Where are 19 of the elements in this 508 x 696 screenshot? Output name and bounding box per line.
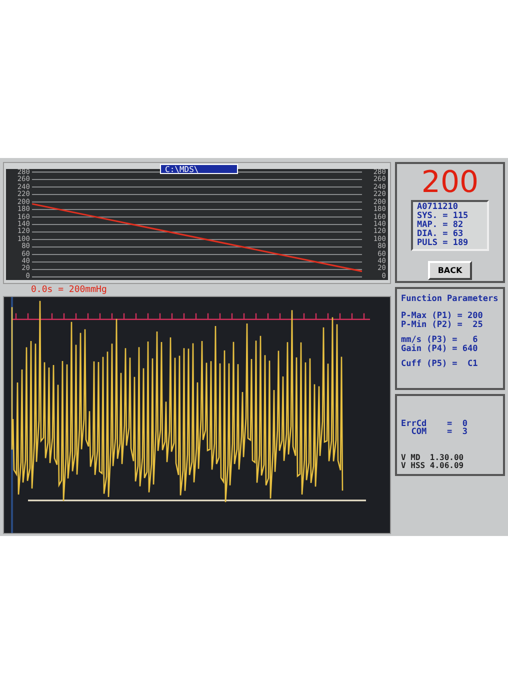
window-title: C:\MDS\ bbox=[160, 164, 238, 174]
parameter-line: Cuff (P5) = C1 bbox=[401, 360, 479, 369]
version-line: V MD 1.30.00 bbox=[401, 454, 465, 462]
panel-title: Function Parameters bbox=[401, 295, 499, 304]
parameter-line: P-Max (P1) = 200 bbox=[401, 312, 484, 321]
result-line: PULS = 189 bbox=[417, 239, 470, 248]
status-line: COM = 3 bbox=[410, 428, 469, 436]
result-line: MAP. = 82 bbox=[417, 221, 464, 230]
back-button[interactable]: BACK bbox=[428, 261, 472, 280]
parameter-line: Gain (P4) = 640 bbox=[401, 345, 479, 354]
parameter-line: P-Min (P2) = 25 bbox=[401, 321, 484, 330]
pressure-value: 200 bbox=[421, 166, 479, 200]
result-line: DIA. = 63 bbox=[417, 230, 464, 239]
version-line: V HSS 4.06.09 bbox=[401, 462, 465, 470]
result-line: SYS. = 115 bbox=[417, 212, 470, 221]
status-line: ErrCd = 0 bbox=[401, 420, 469, 428]
parameter-line: mm/s (P3) = 6 bbox=[401, 336, 479, 345]
cursor-label: 0.0s = 200mmHg bbox=[31, 285, 107, 295]
result-line: A0711210 bbox=[417, 203, 458, 212]
